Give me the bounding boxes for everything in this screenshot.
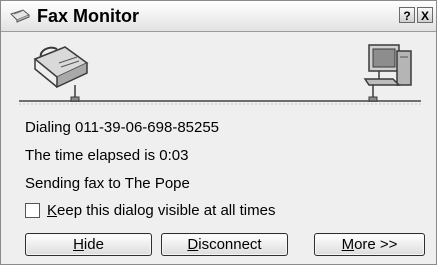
keep-visible-checkbox[interactable] bbox=[25, 203, 40, 218]
more-accel: M bbox=[341, 236, 355, 253]
keep-visible-label[interactable]: Keep this dialog visible at all times bbox=[47, 202, 275, 219]
keep-visible-accel: K bbox=[47, 202, 58, 219]
hide-accel: H bbox=[73, 236, 84, 253]
computer-icon bbox=[363, 44, 412, 102]
title-bar: Fax Monitor ? X bbox=[1, 1, 436, 32]
fax-transmission-graphic bbox=[19, 44, 421, 105]
more-button[interactable]: More >> bbox=[314, 233, 425, 256]
hide-label: ide bbox=[83, 236, 104, 253]
elapsed-time-status: The time elapsed is 0:03 bbox=[25, 147, 189, 164]
sending-status: Sending fax to The Pope bbox=[25, 175, 190, 192]
fax-app-icon bbox=[10, 9, 30, 23]
hide-button[interactable]: Hide bbox=[25, 233, 152, 256]
more-label: ore >> bbox=[354, 236, 398, 253]
disconnect-button[interactable]: Disconnect bbox=[161, 233, 288, 256]
close-button[interactable]: X bbox=[417, 7, 433, 23]
dialing-status: Dialing 011-39-06-698-85255 bbox=[25, 119, 220, 136]
fax-monitor-dialog: Fax Monitor ? X Dialing 011-39-06-698-85… bbox=[0, 0, 437, 265]
disconnect-label: isconnect bbox=[198, 236, 262, 253]
fax-machine-icon bbox=[33, 46, 89, 102]
disconnect-accel: D bbox=[187, 236, 199, 253]
keep-visible-label-text: eep this dialog visible at all times bbox=[57, 202, 276, 219]
window-title: Fax Monitor bbox=[37, 6, 139, 26]
help-button[interactable]: ? bbox=[399, 7, 415, 23]
